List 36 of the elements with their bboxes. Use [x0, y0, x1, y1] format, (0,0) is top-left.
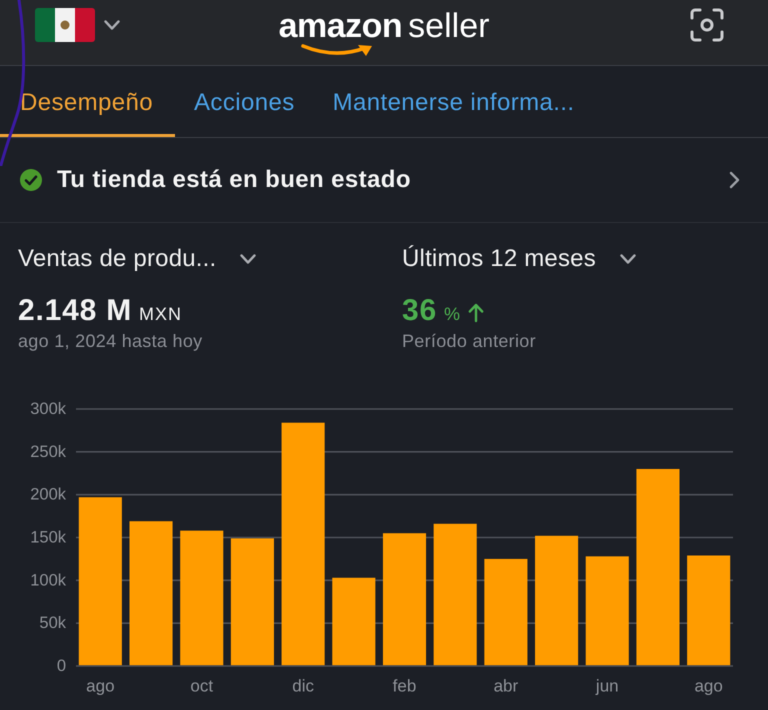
metric-unit: %: [444, 303, 461, 326]
metric-unit: MXN: [139, 303, 182, 326]
logo-text: amazon: [278, 6, 402, 44]
y-axis-label: 150k: [30, 528, 66, 546]
x-axis-label: dic: [292, 676, 314, 696]
logo-text: seller: [408, 6, 490, 44]
x-axis-label: jun: [596, 676, 619, 696]
x-axis-label: abr: [494, 676, 518, 696]
flag-icon[interactable]: [35, 8, 95, 42]
y-axis-label: 100k: [30, 571, 66, 590]
tab[interactable]: Desempeño: [0, 66, 176, 137]
metric-caption: Período anterior: [402, 330, 537, 352]
chevron-right-icon: [729, 171, 740, 189]
y-axis-label: 250k: [30, 442, 66, 461]
scan-icon[interactable]: [690, 8, 724, 42]
period-dropdown[interactable]: Últimos 12 meses: [402, 241, 636, 277]
x-axis-label: ago: [86, 676, 115, 696]
y-axis-label: 200k: [30, 486, 66, 504]
metric-value: 2.148 M: [18, 295, 132, 327]
store-status-row[interactable]: Tu tienda está en buen estado: [0, 138, 768, 223]
y-axis-label: 50k: [39, 614, 66, 632]
x-axis-label: oct: [190, 676, 214, 696]
metric-caption: ago 1, 2024 hasta hoy: [18, 330, 204, 352]
metric-dropdown[interactable]: Ventas de produ...: [18, 241, 256, 277]
y-axis-label: 300k: [30, 400, 66, 418]
metric-value: 36: [402, 295, 437, 327]
tab[interactable]: Mantenerse informa...: [314, 66, 594, 137]
x-axis-label: ago: [694, 676, 723, 696]
chevron-down-icon: [620, 254, 636, 264]
chevron-down-icon: [240, 254, 256, 264]
tab[interactable]: Acciones: [175, 66, 314, 137]
status-message: Tu tienda está en buen estado: [57, 165, 412, 195]
smile-arrow-icon: [300, 42, 373, 56]
x-axis-label: feb: [392, 676, 416, 696]
y-axis-label: 0: [56, 657, 66, 675]
chevron-down-icon[interactable]: [104, 20, 120, 30]
